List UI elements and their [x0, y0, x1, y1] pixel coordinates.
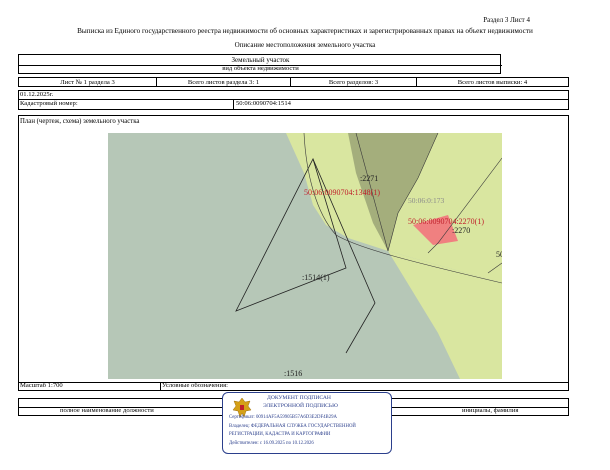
position-caption: полное наименование должности: [60, 407, 154, 414]
object-type-caption: вид объекта недвижимости: [222, 65, 299, 72]
label-1514: :1514(1): [302, 273, 330, 282]
sheet-number: Лист № 1 раздела 3: [18, 77, 157, 87]
object-type-box: Земельный участок вид объекта недвижимос…: [18, 54, 502, 74]
stamp-line-2: ЭЛЕКТРОННОЙ ПОДПИСЬЮ: [263, 403, 338, 409]
cadastral-label: Кадастровый номер:: [20, 100, 78, 107]
document-subtitle: Описание местоположения земельного участ…: [234, 41, 376, 49]
parcel-map-svg: :2271 50:06:0090704:1348(1) 50:06:0:173 …: [108, 133, 502, 379]
label-gray: 50:06:0:173: [408, 196, 445, 205]
object-type: Земельный участок: [231, 56, 290, 64]
label-red-1: 50:06:0090704:1348(1): [304, 188, 380, 197]
document-title: Выписка из Единого государственного реес…: [77, 27, 533, 35]
stamp-certificate: Сертификат: 00914AF5A59905B57A6D3E2DF4B2…: [229, 415, 337, 420]
stamp-owner-2: РЕГИСТРАЦИИ, КАДАСТРА И КАРТОГРАФИИ: [229, 432, 331, 437]
plan-title: План (чертеж, схема) земельного участка: [20, 118, 140, 125]
parcel-map: :2271 50:06:0090704:1348(1) 50:06:0:173 …: [108, 133, 502, 379]
extract-date: 01.12.2025г.: [20, 91, 54, 98]
label-edge: 50: [496, 250, 502, 259]
cadastral-number: 50:06:0090704:1514: [236, 100, 291, 107]
label-2270: :2270: [452, 226, 470, 235]
scale-label: Масштаб 1:700: [20, 382, 63, 389]
sections-total: Всего разделов: 3: [290, 77, 417, 87]
section-page-indicator: Раздел 3 Лист 4: [483, 16, 530, 24]
stamp-line-1: ДОКУМЕНТ ПОДПИСАН: [267, 395, 331, 401]
electronic-signature-stamp: ДОКУМЕНТ ПОДПИСАН ЭЛЕКТРОННОЙ ПОДПИСЬЮ С…: [222, 392, 392, 454]
stamp-owner-1: Владелец: ФЕДЕРАЛЬНАЯ СЛУЖБА ГОСУДАРСТВЕ…: [229, 424, 356, 429]
legend-label: Условные обозначения:: [162, 382, 228, 389]
sheets-in-section: Всего листов раздела 3: 1: [156, 77, 291, 87]
label-2271: :2271: [360, 174, 378, 183]
label-red-2: 50:06:0090704:2270(1): [408, 217, 484, 226]
scale-legend-row: [18, 382, 569, 391]
sheets-total: Всего листов выписки: 4: [416, 77, 569, 87]
info-box: [18, 90, 569, 110]
initials-caption: инициалы, фамилия: [462, 407, 519, 414]
label-1516: :1516: [284, 369, 302, 378]
stamp-validity: Действителен: с 16.09.2025 по 10.12.2026: [229, 441, 314, 446]
